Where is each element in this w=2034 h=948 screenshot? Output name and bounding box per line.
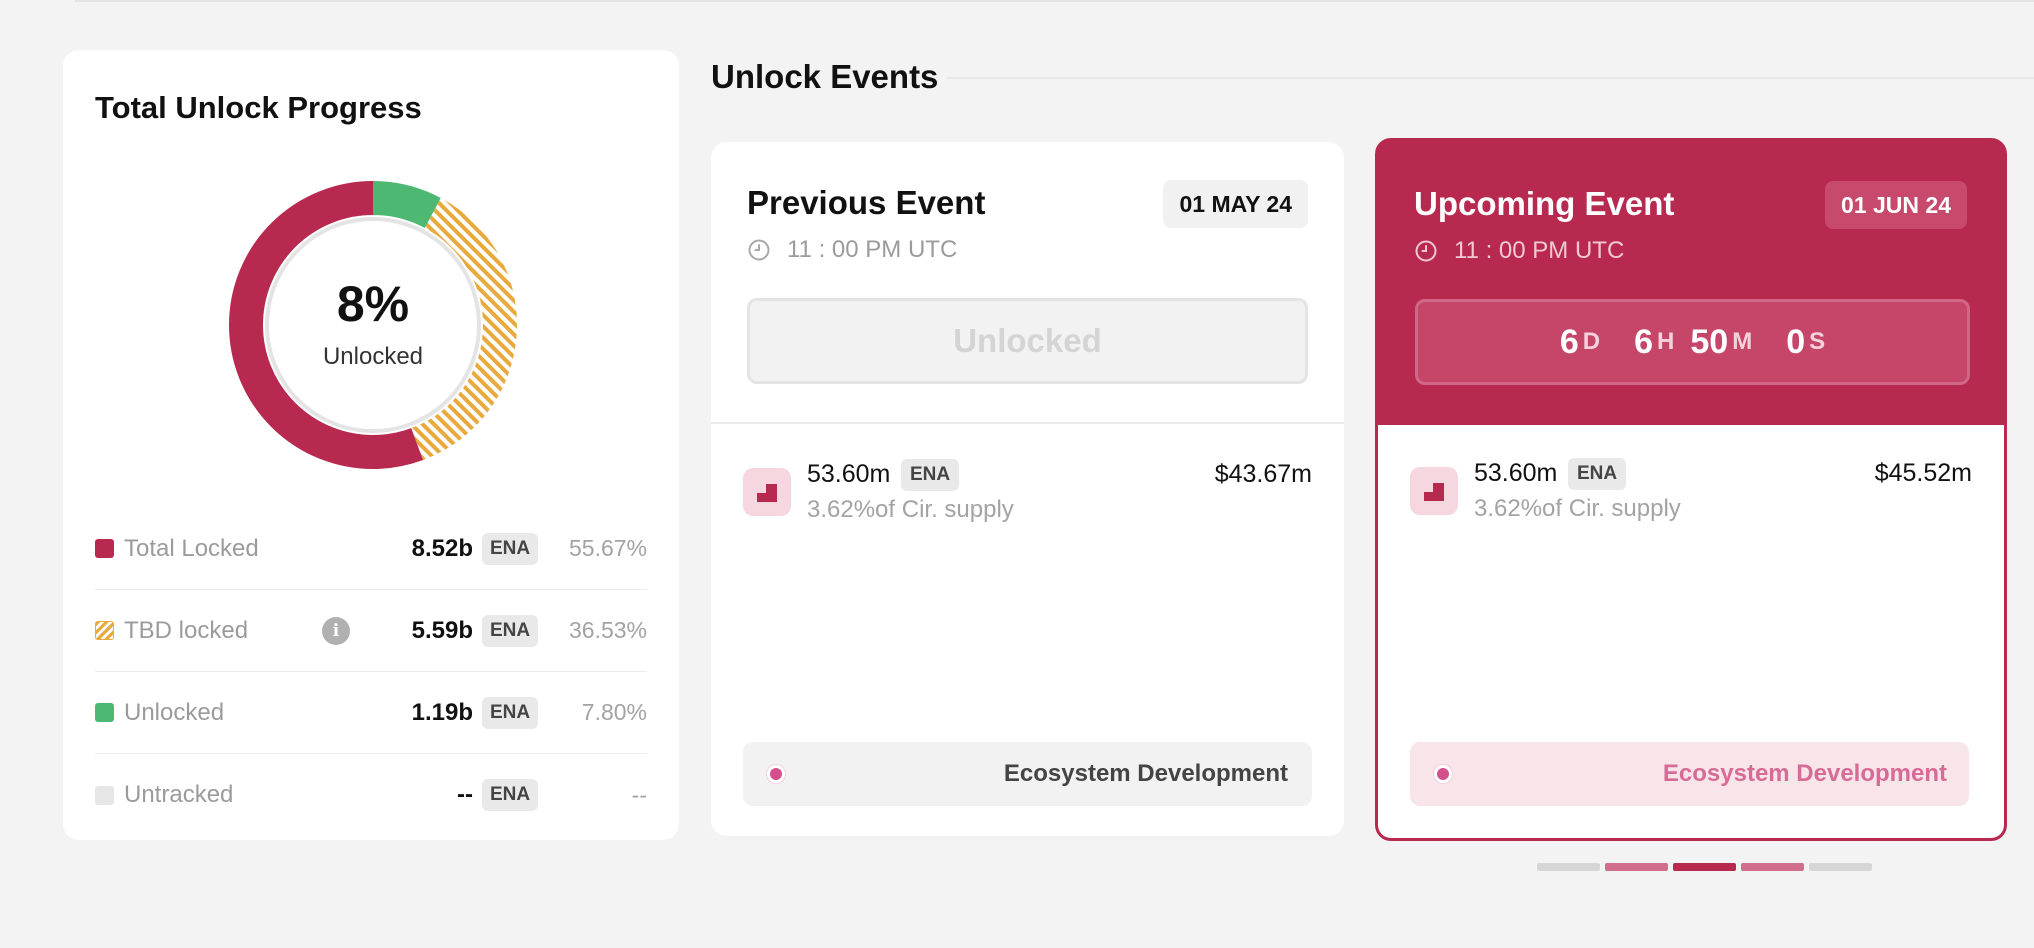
token-badge: ENA (482, 696, 538, 729)
legend-row-unlocked: Unlocked 1.19b ENA 7.80% (95, 672, 647, 754)
allocation-category: Ecosystem Development (743, 742, 1312, 806)
countdown-timer: 6 D 6 H 50 M 0 S (1415, 299, 1970, 385)
allocation-supply-share: 3.62%of Cir. supply (807, 496, 1014, 523)
section-divider (947, 77, 2034, 79)
untracked-swatch (95, 785, 114, 805)
locked-swatch (95, 539, 114, 558)
event-date-badge: 01 MAY 24 (1163, 180, 1308, 228)
event-title: Previous Event (747, 184, 986, 221)
countdown-seconds-unit: S (1809, 328, 1826, 355)
allocation-usd-value: $43.67m (1214, 460, 1312, 488)
clock-icon (1415, 240, 1437, 262)
countdown-days-unit: D (1582, 328, 1601, 355)
progress-title: Total Unlock Progress (95, 90, 422, 125)
event-card-body: 53.60m ENA $43.67m 3.62%of Cir. supply E… (711, 426, 1344, 836)
event-time: 11 : 00 PM UTC (747, 236, 957, 264)
event-time-text: 11 : 00 PM UTC (1454, 237, 1625, 264)
legend-row-untracked: Untracked -- ENA -- (95, 754, 647, 836)
allocation-amount: 53.60m (807, 460, 891, 488)
unlock-donut-chart: 8% Unlocked (228, 180, 518, 470)
info-icon[interactable]: i (322, 616, 350, 645)
allocation-usd-value: $45.52m (1874, 459, 1972, 487)
pager-dot[interactable] (1741, 863, 1804, 871)
carousel-pager (1537, 863, 1872, 871)
token-badge: ENA (901, 459, 959, 491)
pager-dot[interactable] (1605, 863, 1668, 871)
legend-amount: -- (457, 781, 473, 808)
top-divider (75, 0, 2034, 2)
countdown-minutes-unit: M (1732, 328, 1753, 355)
previous-event-card[interactable]: Previous Event 01 MAY 24 11 : 00 PM UTC … (711, 142, 1344, 836)
unlocked-percent-label: Unlocked (322, 343, 424, 370)
countdown-hours-unit: H (1657, 328, 1675, 355)
event-time-text: 11 : 00 PM UTC (787, 236, 958, 263)
upcoming-event-card[interactable]: Upcoming Event 01 JUN 24 11 : 00 PM UTC … (1375, 138, 2007, 841)
event-card-header: Previous Event 01 MAY 24 11 : 00 PM UTC … (711, 142, 1344, 424)
countdown-seconds: 0 (1786, 322, 1806, 361)
event-time: 11 : 00 PM UTC (1414, 237, 1624, 265)
allocation-supply-share: 3.62%of Cir. supply (1474, 495, 1681, 522)
countdown-days: 6 (1559, 322, 1579, 361)
legend-amount: 8.52b (411, 534, 473, 562)
legend-share: 55.67% (568, 535, 647, 561)
token-badge: ENA (482, 614, 538, 647)
unlocked-status-box: Unlocked (747, 298, 1308, 384)
category-dot (767, 765, 785, 783)
legend-label: Total Locked (124, 534, 259, 562)
legend-share: 36.53% (568, 617, 647, 643)
legend-label: Unlocked (124, 698, 225, 726)
countdown-minutes: 50 (1690, 322, 1729, 361)
legend-amount: 5.59b (411, 616, 473, 644)
category-dot (1434, 765, 1452, 783)
event-card-header: Upcoming Event 01 JUN 24 11 : 00 PM UTC … (1378, 141, 2004, 423)
unlocked-swatch (95, 703, 114, 722)
clock-icon (748, 239, 770, 261)
token-badge: ENA (482, 532, 538, 565)
event-date-badge: 01 JUN 24 (1825, 181, 1967, 229)
category-label: Ecosystem Development (1662, 760, 1947, 787)
legend-share: -- (631, 781, 647, 808)
legend-amount: 1.19b (411, 698, 473, 726)
pager-dot[interactable] (1673, 863, 1736, 871)
unlock-progress-card: Total Unlock Progress 8% Unlocked Total … (63, 50, 679, 840)
legend-row-tbd-locked: TBD locked i 5.59b ENA 36.53% (95, 590, 647, 672)
allocation-icon (1410, 467, 1458, 515)
legend-row-total-locked: Total Locked 8.52b ENA 55.67% (95, 508, 647, 590)
unlock-events-title: Unlock Events (711, 58, 939, 95)
unlock-legend: Total Locked 8.52b ENA 55.67% TBD locked… (95, 508, 647, 836)
category-label: Ecosystem Development (1003, 760, 1288, 787)
token-badge: ENA (1568, 458, 1626, 490)
allocation-category: Ecosystem Development (1410, 742, 1969, 806)
pager-dot[interactable] (1809, 863, 1872, 871)
pager-dot[interactable] (1537, 863, 1600, 871)
legend-label: TBD locked (124, 616, 249, 644)
allocation-icon (743, 468, 791, 516)
allocation-amount: 53.60m (1474, 459, 1558, 487)
legend-label: Untracked (124, 781, 234, 808)
event-card-body: 53.60m ENA $45.52m 3.62%of Cir. supply E… (1378, 425, 2004, 838)
countdown-hours: 6 (1634, 322, 1654, 361)
legend-share: 7.80% (581, 699, 647, 725)
unlocked-percent: 8% (336, 276, 410, 332)
token-badge: ENA (482, 779, 538, 811)
tbd-swatch (95, 621, 114, 640)
event-title: Upcoming Event (1414, 185, 1675, 222)
donut-center: 8% Unlocked (228, 180, 518, 470)
